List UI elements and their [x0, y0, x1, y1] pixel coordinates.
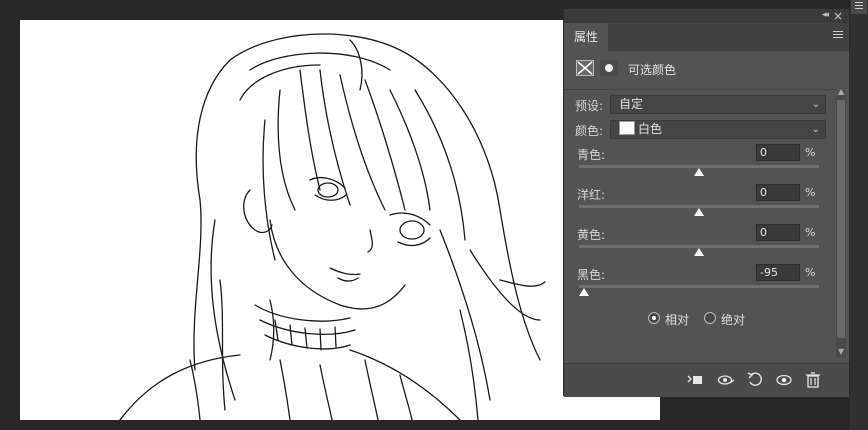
right-dock-strip [850, 0, 868, 430]
scroll-down-icon[interactable]: ▼ [838, 347, 844, 356]
clip-to-layer-icon[interactable] [687, 372, 703, 388]
chevron-down-icon: ⌄ [811, 124, 820, 135]
collapse-panel-icon[interactable]: ◂◂ [822, 10, 829, 20]
cyan-slider-thumb[interactable] [694, 168, 704, 176]
radio-relative[interactable] [648, 312, 660, 324]
method-radio-group: 相对 绝对 [648, 310, 828, 328]
dock-panel-button[interactable] [851, 0, 867, 14]
properties-panel: ◂◂ × 属性 可选颜色 预设: 自定 ⌄ 颜色: 白色 ⌄ 青色: 0 % 洋… [563, 8, 850, 397]
preset-value: 自定 [619, 97, 644, 111]
black-slider-track[interactable] [579, 285, 819, 288]
preset-dropdown[interactable]: 自定 ⌄ [610, 95, 826, 114]
adjustment-title: 可选颜色 [628, 63, 677, 77]
radio-relative-label[interactable]: 相对 [665, 311, 689, 328]
yellow-input[interactable]: 0 [756, 224, 800, 241]
trash-icon[interactable] [805, 372, 821, 388]
black-input[interactable]: -95 [756, 264, 800, 281]
panel-bottom-toolbar [564, 363, 849, 397]
magenta-slider-thumb[interactable] [694, 208, 704, 216]
radio-absolute-label[interactable]: 绝对 [721, 311, 745, 328]
magenta-label: 洋红: [577, 188, 606, 202]
cyan-unit: % [805, 146, 816, 159]
magenta-input[interactable]: 0 [756, 184, 800, 201]
yellow-slider-thumb[interactable] [694, 248, 704, 256]
header-divider [564, 89, 836, 90]
yellow-label: 黄色: [577, 228, 606, 242]
preset-label: 预设: [575, 99, 604, 113]
chevron-down-icon: ⌄ [811, 99, 820, 110]
close-icon[interactable]: × [833, 9, 843, 23]
colors-dropdown[interactable]: 白色 ⌄ [610, 120, 826, 139]
panel-title-bar: ◂◂ × [564, 9, 849, 23]
visibility-eye-icon[interactable] [776, 372, 792, 388]
view-previous-icon[interactable] [717, 372, 735, 388]
adjustment-header: 可选颜色 [574, 59, 834, 79]
panel-menu-icon[interactable] [833, 31, 843, 41]
panel-tab-bar: 属性 [564, 23, 849, 51]
layer-mask-icon[interactable] [600, 60, 618, 76]
reset-icon[interactable] [747, 372, 763, 388]
color-swatch [619, 121, 635, 135]
adjustment-layer-icon[interactable] [576, 60, 594, 76]
colors-label: 颜色: [575, 124, 604, 138]
black-label: 黑色: [577, 268, 606, 282]
panel-scrollbar-thumb[interactable] [837, 100, 845, 338]
tab-properties[interactable]: 属性 [564, 23, 608, 51]
black-slider-thumb[interactable] [579, 288, 589, 296]
colors-value: 白色 [638, 122, 663, 136]
black-unit: % [805, 266, 816, 279]
magenta-unit: % [805, 186, 816, 199]
radio-absolute[interactable] [704, 312, 716, 324]
cyan-label: 青色: [577, 148, 606, 162]
cyan-input[interactable]: 0 [756, 144, 800, 161]
yellow-unit: % [805, 226, 816, 239]
scroll-up-icon[interactable]: ▲ [838, 87, 844, 96]
